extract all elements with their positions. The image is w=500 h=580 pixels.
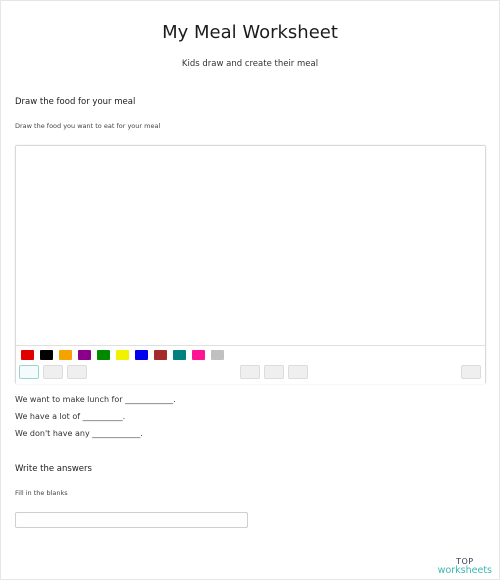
answers-section-title: Write the answers: [15, 464, 92, 474]
undo-button[interactable]: [240, 365, 260, 379]
clear-button[interactable]: [288, 365, 308, 379]
eraser-tool-button[interactable]: [43, 365, 63, 379]
color-swatch-9[interactable]: [173, 350, 186, 360]
draw-section-title: Draw the food for your meal: [15, 97, 136, 107]
drawing-toolbar: [16, 345, 485, 384]
answer-input[interactable]: [15, 512, 248, 528]
page-title: My Meal Worksheet: [162, 22, 338, 43]
color-palette: [21, 350, 224, 360]
fill-tool-button[interactable]: [67, 365, 87, 379]
pen-tool-button[interactable]: [19, 365, 39, 379]
redo-button[interactable]: [264, 365, 284, 379]
color-swatch-6[interactable]: [116, 350, 129, 360]
color-swatch-2[interactable]: [40, 350, 53, 360]
sentence-3: We don't have any ____________.: [15, 429, 143, 438]
drawing-board: [15, 145, 486, 384]
drawing-canvas[interactable]: [16, 146, 485, 345]
page-subtitle: Kids draw and create their meal: [181, 59, 319, 69]
brand-logo: TOP worksheets: [438, 557, 492, 575]
draw-section-description: Draw the food you want to eat for your m…: [15, 122, 161, 130]
color-swatch-1[interactable]: [21, 350, 34, 360]
color-swatch-11[interactable]: [211, 350, 224, 360]
color-swatch-10[interactable]: [192, 350, 205, 360]
brand-logo-bottom: worksheets: [437, 565, 492, 576]
color-swatch-7[interactable]: [135, 350, 148, 360]
download-button[interactable]: [461, 365, 481, 379]
color-swatch-8[interactable]: [154, 350, 167, 360]
sentence-1: We want to make lunch for ____________.: [15, 395, 176, 404]
sentence-2: We have a lot of __________.: [15, 412, 126, 421]
answers-section-description: Fill in the blanks: [15, 489, 68, 497]
color-swatch-4[interactable]: [78, 350, 91, 360]
color-swatch-5[interactable]: [97, 350, 110, 360]
color-swatch-3[interactable]: [59, 350, 72, 360]
